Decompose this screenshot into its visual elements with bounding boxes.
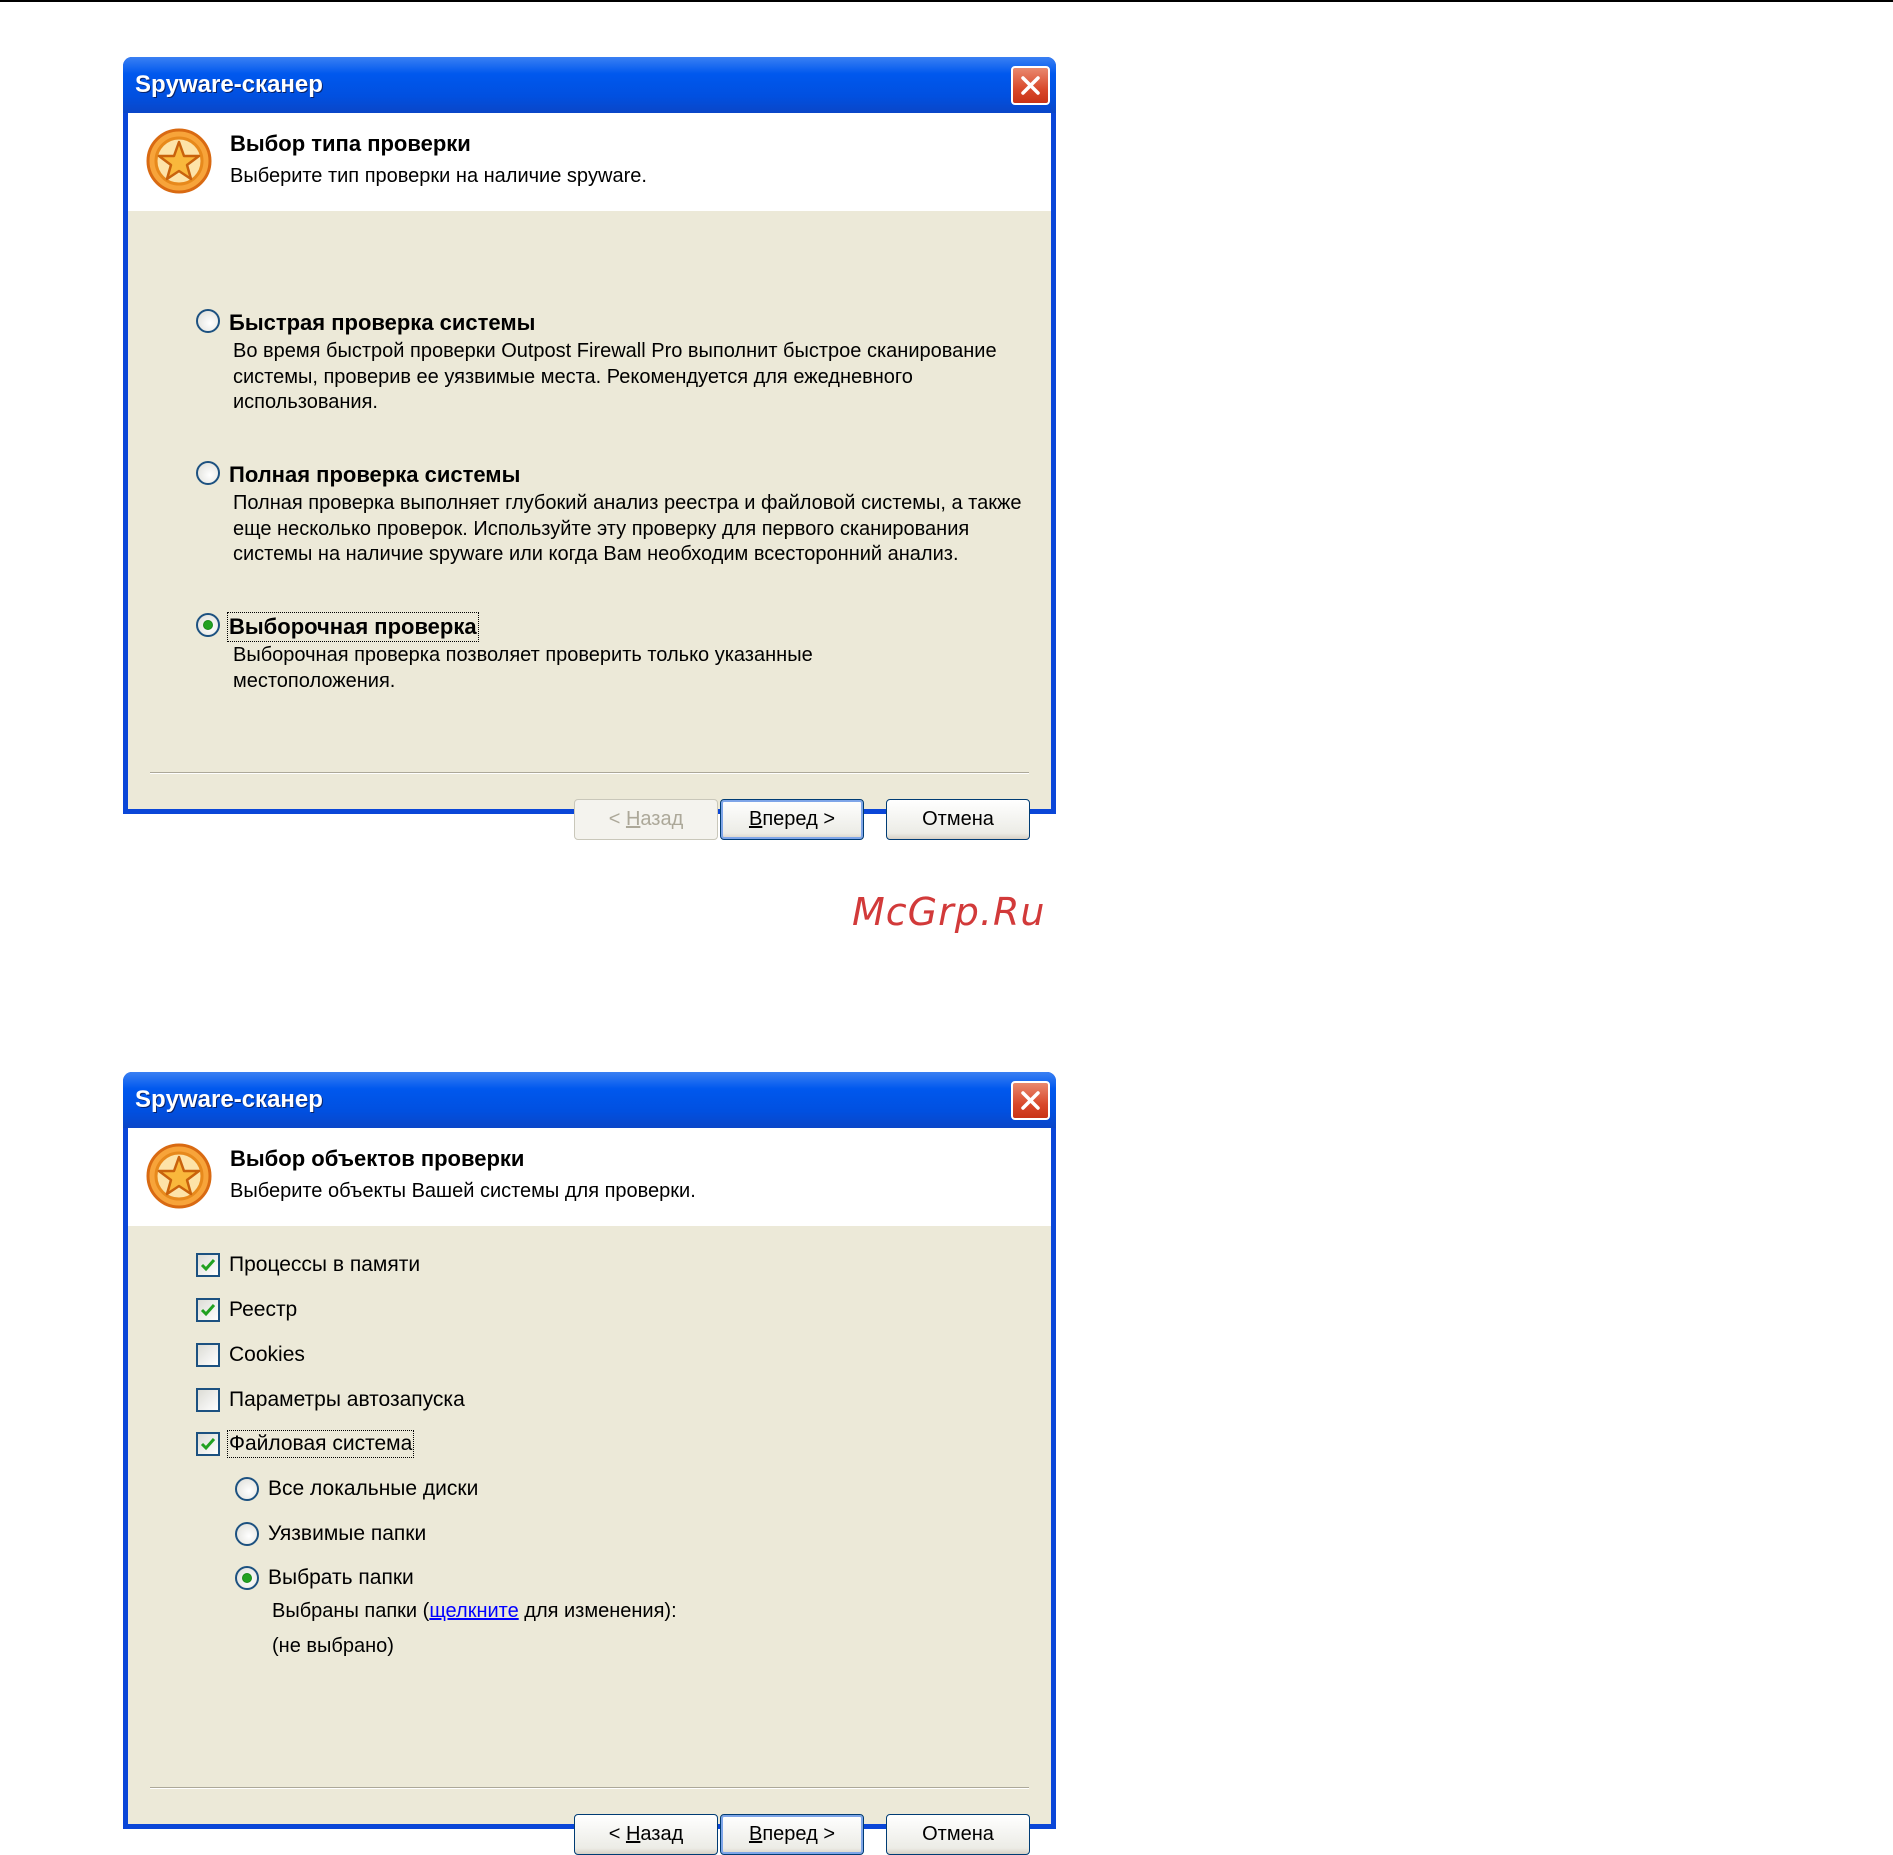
checkbox-label[interactable]: Реестр: [229, 1298, 297, 1322]
checkbox-box[interactable]: [196, 1388, 220, 1412]
dialog-body: Выбор объектов проверки Выберите объекты…: [128, 1128, 1051, 1855]
back-button[interactable]: < Назад: [574, 799, 718, 840]
change-folders-link[interactable]: щелкните: [429, 1600, 518, 1622]
scan-type-dialog: Spyware-сканер Выбор типа проверки Выбер…: [123, 57, 1056, 840]
back-label: азад: [640, 1823, 684, 1845]
page-top-rule: [0, 0, 1893, 2]
option-title[interactable]: Быстрая проверка системы: [229, 310, 535, 336]
check-icon: [200, 1304, 216, 1317]
selected-folders-prefix: Выбраны папки (: [272, 1600, 430, 1622]
close-button[interactable]: [1011, 66, 1050, 105]
close-icon: [1021, 1091, 1040, 1110]
option-description: Полная проверка выполняет глубокий анали…: [233, 492, 1022, 565]
next-button[interactable]: Вперед >: [720, 799, 864, 840]
header-title: Выбор типа проверки: [230, 131, 471, 156]
selected-folders-value: (не выбрано): [272, 1635, 394, 1657]
shield-star-icon: [146, 128, 212, 194]
next-mnemonic: В: [748, 1823, 763, 1845]
option-description: Во время быстрой проверки Outpost Firewa…: [233, 340, 997, 413]
window-title: Spyware-сканер: [135, 71, 323, 98]
option-title[interactable]: Выборочная проверка: [227, 612, 479, 642]
header-title: Выбор объектов проверки: [230, 1146, 525, 1171]
checkbox-box[interactable]: [196, 1343, 220, 1367]
option-description: Выборочная проверка позволяет проверить …: [233, 644, 813, 692]
back-arrow: <: [608, 808, 626, 830]
close-icon: [1021, 76, 1040, 95]
checkbox-box[interactable]: [196, 1432, 220, 1456]
scan-objects-dialog: Spyware-сканер Выбор объектов проверки В…: [123, 1072, 1056, 1855]
footer-separator: [150, 772, 1029, 774]
checkbox-label[interactable]: Процессы в памяти: [229, 1253, 420, 1277]
radio-custom-scan[interactable]: [196, 613, 220, 637]
radio-quick-scan[interactable]: [196, 309, 220, 333]
dialog-body: Выбор типа проверки Выберите тип проверк…: [128, 113, 1051, 840]
wizard-header: Выбор типа проверки Выберите тип проверк…: [128, 113, 1051, 211]
back-arrow: <: [608, 1823, 626, 1845]
checkbox-box[interactable]: [196, 1298, 220, 1322]
wizard-header: Выбор объектов проверки Выберите объекты…: [128, 1128, 1051, 1226]
back-button[interactable]: < Назад: [574, 1814, 718, 1855]
selected-folders-suffix: для изменения):: [518, 1600, 677, 1622]
radio-full-scan[interactable]: [196, 461, 220, 485]
watermark: McGrp.Ru: [852, 890, 1046, 934]
back-mnemonic: Н: [625, 1823, 641, 1845]
next-label: перед >: [762, 808, 835, 830]
radio-label[interactable]: Выбрать папки: [268, 1566, 414, 1590]
radio-label[interactable]: Уязвимые папки: [268, 1522, 426, 1546]
checkbox-label[interactable]: Cookies: [229, 1343, 305, 1367]
close-button[interactable]: [1011, 1081, 1050, 1120]
radio-button[interactable]: [235, 1522, 259, 1546]
radio-label[interactable]: Все локальные диски: [268, 1477, 478, 1501]
check-icon: [200, 1259, 216, 1272]
checkbox-label[interactable]: Параметры автозапуска: [229, 1388, 465, 1412]
cancel-button[interactable]: Отмена: [886, 1814, 1030, 1855]
radio-button[interactable]: [235, 1477, 259, 1501]
header-subtitle: Выберите объекты Вашей системы для прове…: [230, 1180, 696, 1202]
next-label: перед >: [762, 1823, 835, 1845]
cancel-button[interactable]: Отмена: [886, 799, 1030, 840]
back-label: азад: [640, 808, 684, 830]
window-title: Spyware-сканер: [135, 1086, 323, 1113]
selected-folders-line: Выбраны папки (щелкните для изменения):: [272, 1600, 677, 1623]
next-button[interactable]: Вперед >: [720, 1814, 864, 1855]
check-icon: [200, 1438, 216, 1451]
title-bar[interactable]: Spyware-сканер: [123, 1072, 1056, 1128]
title-bar[interactable]: Spyware-сканер: [123, 57, 1056, 113]
footer-separator: [150, 1787, 1029, 1789]
back-mnemonic: Н: [625, 808, 641, 830]
checkbox-box[interactable]: [196, 1253, 220, 1277]
radio-button[interactable]: [235, 1566, 259, 1590]
checkbox-label[interactable]: Файловая система: [226, 1430, 415, 1458]
option-title[interactable]: Полная проверка системы: [229, 462, 520, 488]
shield-star-icon: [146, 1143, 212, 1209]
next-mnemonic: В: [748, 808, 763, 830]
header-subtitle: Выберите тип проверки на наличие spyware…: [230, 165, 647, 187]
